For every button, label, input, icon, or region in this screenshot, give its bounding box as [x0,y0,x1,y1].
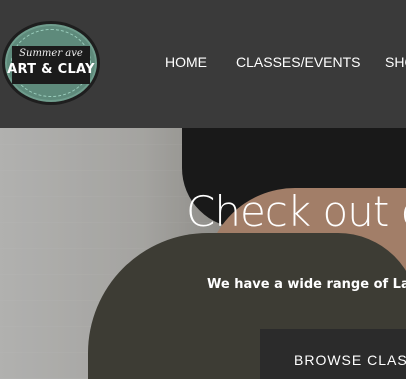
nav-item-classes-events[interactable]: CLASSES/EVENTS [236,54,361,70]
nav-item-home[interactable]: HOME [165,54,207,70]
site-header: Summer ave ART & CLAY HOME CLASSES/EVENT… [0,0,406,128]
hero-title: Check out our [186,187,406,236]
hero-subtitle: We have a wide range of Lagunas [207,277,406,292]
browse-classes-button[interactable]: BROWSE CLASSES [260,329,406,379]
nav-item-shop[interactable]: SHOP [385,54,406,70]
main-nav: HOME CLASSES/EVENTS SHOP [0,54,406,72]
hero-banner: Check out our We have a wide range of La… [0,128,406,379]
